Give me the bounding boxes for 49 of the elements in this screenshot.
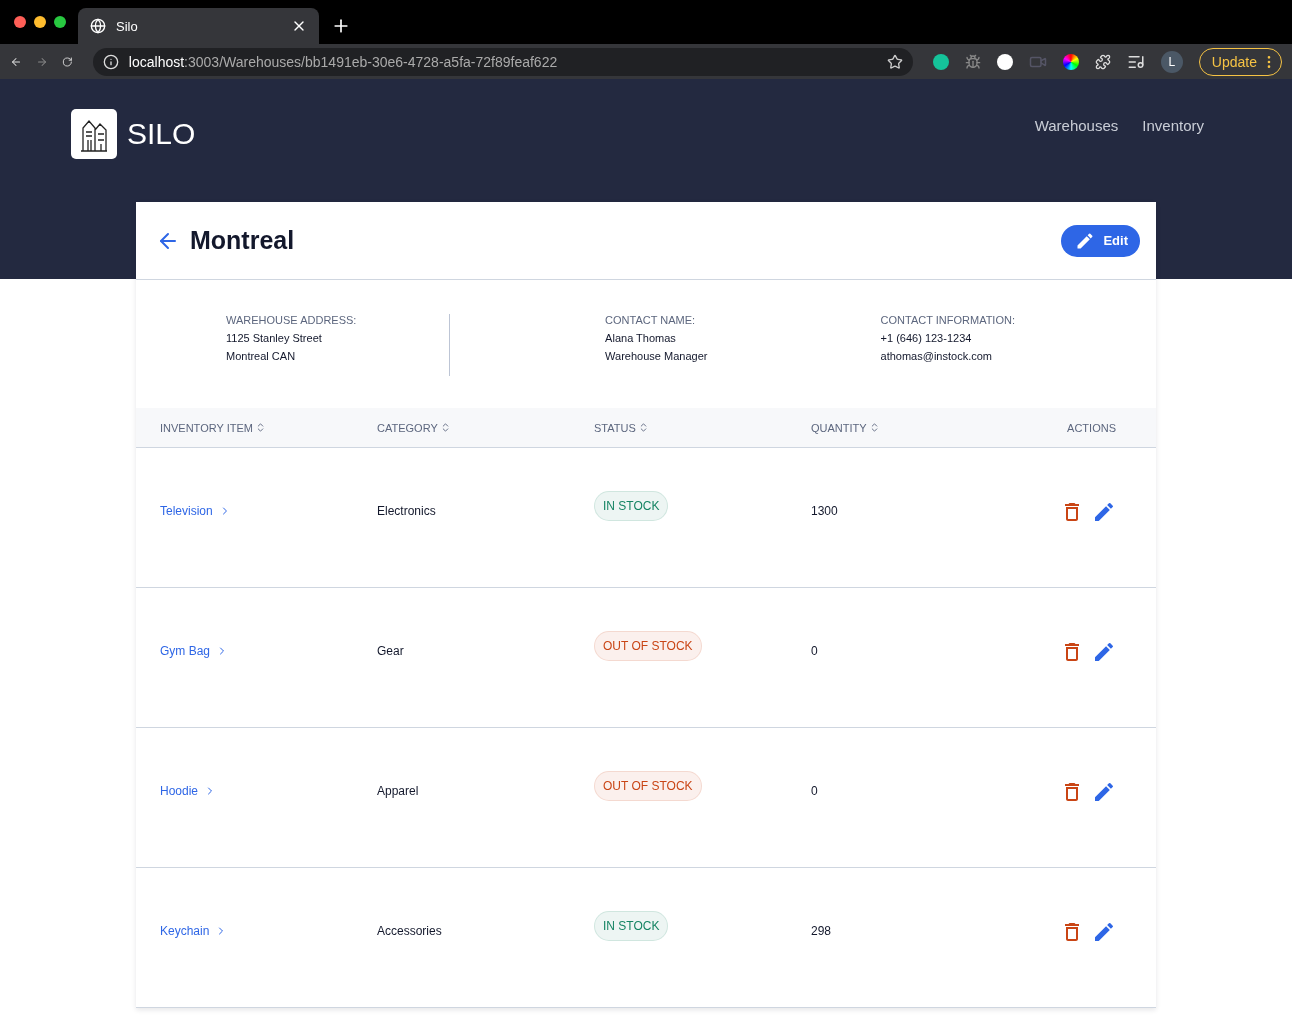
table-cell: Apparel <box>377 784 419 798</box>
tab-title: Silo <box>116 18 139 34</box>
info-icon <box>102 53 119 70</box>
detail-label: CONTACT INFORMATION: <box>880 314 1016 326</box>
table-cell: 0 <box>811 644 818 658</box>
table-cell: Electronics <box>377 504 436 518</box>
url-text: localhost:3003/Warehouses/bb1491eb-30e6-4728-a5fa-72f89feaf622 <box>128 53 559 70</box>
nav-link[interactable]: Warehouses <box>1034 117 1119 134</box>
nav-link[interactable]: Inventory <box>1142 117 1204 134</box>
table-cell: 0 <box>811 784 818 798</box>
item-link[interactable]: Keychain <box>160 924 228 938</box>
bookmark-star-icon[interactable] <box>886 53 903 70</box>
table-cell: 298 <box>811 924 832 938</box>
profile-avatar[interactable]: L <box>1160 50 1183 73</box>
item-link[interactable]: Television <box>160 504 231 518</box>
color-wheel-icon[interactable] <box>1062 53 1079 70</box>
column-header[interactable]: INVENTORY ITEM <box>160 421 253 434</box>
detail-text: Alana Thomas <box>605 332 677 344</box>
table-cell: 1300 <box>811 504 838 518</box>
brand-name: SILO <box>127 117 196 151</box>
detail-text: 1125 Stanley Street <box>226 332 323 344</box>
detail-text: +1 (646) 123-1234 <box>880 332 973 344</box>
puzzle-icon[interactable] <box>1094 53 1111 70</box>
address-bar[interactable]: localhost:3003/Warehouses/bb1491eb-30e6-4728-a5fa-72f89feaf622 <box>92 47 913 76</box>
page-title: Montreal <box>190 226 295 255</box>
table-cell: Gear <box>377 644 404 658</box>
extension-icon[interactable] <box>932 53 949 70</box>
detail-text: Montreal CAN <box>226 350 297 362</box>
column-header[interactable]: QUANTITY <box>811 421 867 434</box>
edit-button[interactable]: Edit <box>1061 224 1140 257</box>
status-tag: OUT OF STOCK <box>594 631 702 661</box>
column-header: ACTIONS <box>1067 421 1116 434</box>
browser-tab[interactable]: Silo <box>78 8 319 44</box>
item-link[interactable]: Hoodie <box>160 784 217 798</box>
detail-text: Warehouse Manager <box>605 350 709 362</box>
globe-icon <box>90 18 106 34</box>
detail-label: WAREHOUSE ADDRESS: <box>226 314 358 326</box>
bug-icon[interactable] <box>964 53 981 70</box>
detail-label: CONTACT NAME: <box>605 314 697 326</box>
status-tag: OUT OF STOCK <box>594 771 702 801</box>
status-tag: IN STOCK <box>594 911 669 941</box>
item-link[interactable]: Gym Bag <box>160 644 228 658</box>
column-header[interactable]: STATUS <box>594 421 636 434</box>
logo-tile[interactable] <box>71 109 117 159</box>
detail-text: athomas@instock.com <box>880 350 993 362</box>
extension-icon[interactable] <box>996 53 1013 70</box>
status-tag: IN STOCK <box>594 491 669 521</box>
table-cell: Accessories <box>377 924 442 938</box>
column-header[interactable]: CATEGORY <box>377 421 438 434</box>
